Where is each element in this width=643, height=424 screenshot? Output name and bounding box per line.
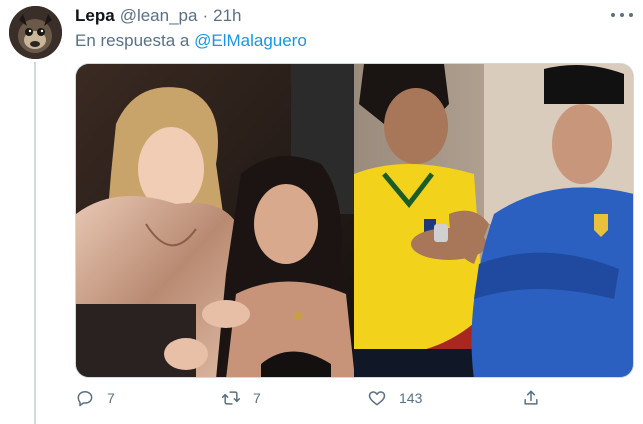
avatar-image bbox=[9, 6, 62, 59]
reply-count: 7 bbox=[107, 390, 115, 406]
photo-right-illustration bbox=[354, 64, 633, 377]
like-button[interactable]: 143 bbox=[367, 388, 422, 408]
heart-icon bbox=[368, 391, 386, 406]
user-handle[interactable]: @lean_pa bbox=[120, 6, 198, 26]
share-button[interactable] bbox=[521, 388, 541, 408]
reply-mention-link[interactable]: @ElMalaguero bbox=[194, 31, 307, 50]
reply-context: En respuesta a @ElMalaguero bbox=[75, 31, 307, 51]
reply-button[interactable]: 7 bbox=[75, 388, 115, 408]
display-name[interactable]: Lepa bbox=[75, 6, 115, 26]
tweet-actions: 7 7 143 bbox=[75, 388, 545, 412]
share-icon bbox=[524, 390, 538, 405]
separator-dot: · bbox=[202, 6, 209, 25]
more-dot bbox=[629, 13, 633, 17]
retweet-icon bbox=[221, 391, 241, 405]
media-photo-right[interactable] bbox=[354, 64, 633, 377]
reply-prefix: En respuesta a bbox=[75, 31, 190, 50]
tweet-media[interactable] bbox=[75, 63, 634, 378]
like-count: 143 bbox=[399, 390, 423, 406]
reply-icon bbox=[77, 391, 93, 407]
photo-left-illustration bbox=[76, 64, 354, 377]
tweet[interactable]: Lepa @lean_pa · 21h En respuesta a @ElMa… bbox=[0, 0, 643, 424]
timestamp[interactable]: 21h bbox=[213, 6, 241, 26]
more-dot bbox=[620, 13, 624, 17]
media-photo-left[interactable] bbox=[76, 64, 354, 377]
thread-line bbox=[34, 62, 36, 424]
more-dot bbox=[611, 13, 615, 17]
tweet-header: Lepa @lean_pa · 21h bbox=[75, 6, 242, 26]
avatar[interactable] bbox=[9, 6, 62, 59]
retweet-count: 7 bbox=[253, 390, 261, 406]
more-icon[interactable] bbox=[611, 8, 633, 22]
retweet-button[interactable]: 7 bbox=[221, 388, 261, 408]
